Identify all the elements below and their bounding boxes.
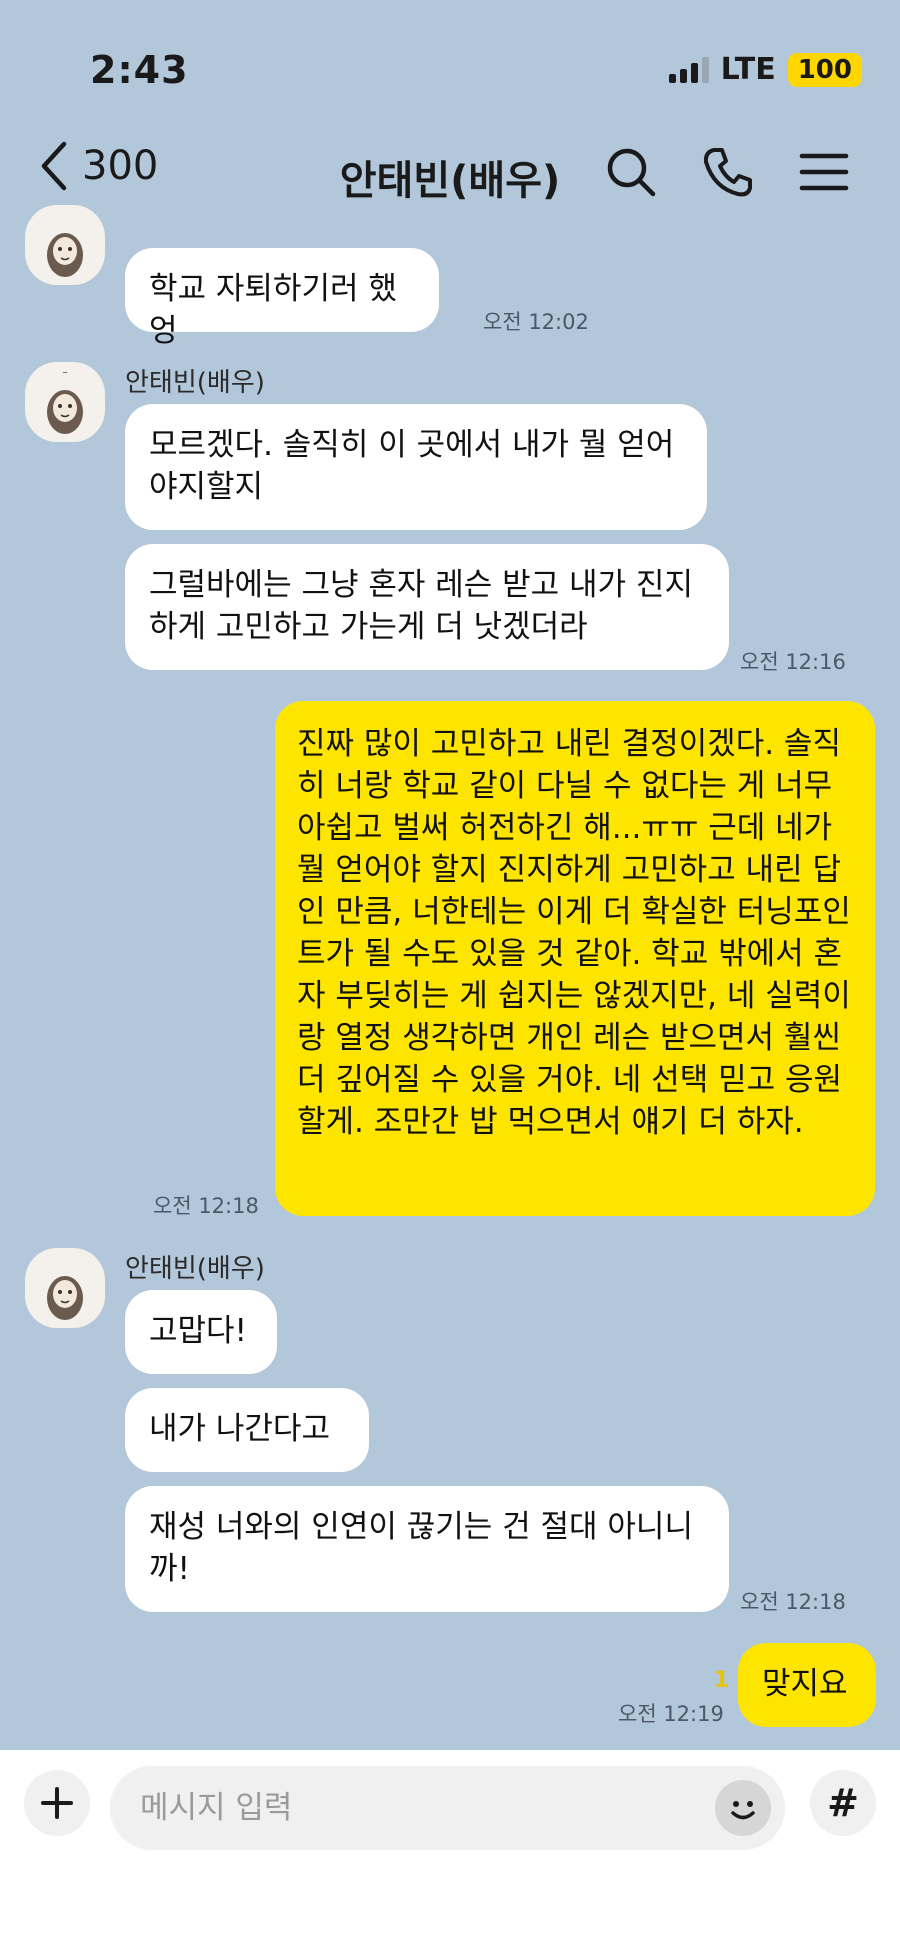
message-time: 오전 12:02	[483, 310, 589, 334]
plus-icon	[41, 1787, 73, 1819]
message-input-bar: #	[0, 1750, 900, 1949]
message-bubble-mine[interactable]: 진짜 많이 고민하고 내린 결정이겠다. 솔직히 너랑 학교 같이 다닐 수 없…	[275, 701, 875, 1216]
unread-indicator: 1	[714, 1668, 730, 1693]
message-time: 오전 12:18	[740, 1590, 846, 1614]
avatar[interactable]	[25, 205, 105, 285]
message-bubble[interactable]: 재성 너와의 인연이 끊기는 건 절대 아니니까!	[125, 1486, 729, 1612]
signal-icon	[668, 56, 709, 83]
message-bubble[interactable]: 내가 나간다고	[125, 1388, 369, 1472]
status-indicators: LTE 100	[668, 52, 862, 87]
svg-text:~: ~	[62, 369, 68, 377]
message-bubble[interactable]: 모르겠다. 솔직히 이 곳에서 내가 뭘 얻어야지할지	[125, 404, 707, 530]
plus-button[interactable]	[24, 1770, 90, 1836]
sender-name: 안태빈(배우)	[125, 368, 265, 398]
message-bubble-mine[interactable]: 맞지요	[738, 1643, 876, 1727]
message-time: 오전 12:18	[153, 1194, 259, 1218]
message-bubble[interactable]: 학교 자퇴하기러 했엉	[125, 248, 439, 349]
message-input[interactable]	[140, 1780, 700, 1836]
hash-icon: #	[827, 1781, 859, 1825]
phone-icon[interactable]	[700, 144, 756, 200]
message-time: 오전 12:16	[740, 650, 846, 674]
network-label: LTE	[720, 52, 776, 87]
sender-name: 안태빈(배우)	[125, 1254, 265, 1284]
emoji-icon	[731, 1801, 755, 1820]
battery-badge: 100	[787, 52, 862, 87]
message-bubble[interactable]: 고맙다!	[125, 1290, 277, 1374]
avatar[interactable]	[25, 1248, 105, 1328]
status-time: 2:43	[90, 48, 189, 92]
avatar[interactable]: ~	[25, 362, 105, 442]
message-bubble[interactable]: 그럴바에는 그냥 혼자 레슨 받고 내가 진지하게 고민하고 가는게 더 낫겠더…	[125, 544, 729, 670]
search-icon[interactable]	[603, 144, 659, 200]
chat-header: 300 안태빈(배우)	[0, 130, 900, 220]
message-time: 오전 12:19	[618, 1702, 724, 1726]
chat-title: 안태빈(배우)	[339, 158, 561, 204]
message-field	[110, 1766, 785, 1850]
hash-button[interactable]: #	[810, 1770, 876, 1836]
menu-icon[interactable]	[796, 144, 852, 200]
emoji-button[interactable]	[715, 1780, 771, 1836]
